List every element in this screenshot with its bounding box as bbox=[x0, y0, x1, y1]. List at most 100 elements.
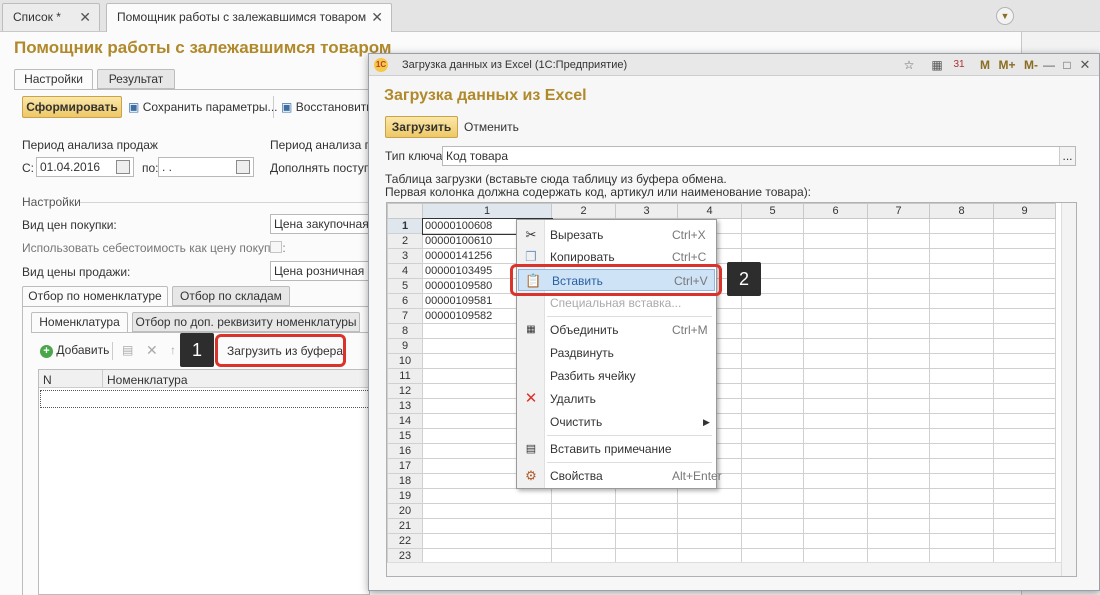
grid-cell[interactable] bbox=[615, 518, 678, 534]
grid-cell[interactable] bbox=[929, 278, 994, 294]
row-header[interactable]: 9 bbox=[387, 338, 423, 354]
grid-cell[interactable] bbox=[993, 518, 1056, 534]
grid-cell[interactable] bbox=[803, 233, 868, 249]
grid-cell[interactable] bbox=[993, 323, 1056, 339]
menu-item-delete[interactable]: ✕ Удалить bbox=[517, 388, 716, 410]
grid-cell[interactable] bbox=[741, 338, 804, 354]
grid-cell[interactable] bbox=[993, 503, 1056, 519]
grid-cell[interactable] bbox=[803, 308, 868, 324]
grid-cell[interactable] bbox=[993, 248, 1056, 264]
grid-cell[interactable] bbox=[993, 488, 1056, 504]
vertical-scrollbar[interactable] bbox=[1061, 203, 1076, 576]
table-row[interactable]: 2 00000100610 bbox=[387, 233, 1056, 249]
column-header[interactable]: 7 bbox=[867, 203, 930, 219]
grid-cell[interactable] bbox=[867, 263, 930, 279]
grid-cell[interactable] bbox=[741, 473, 804, 489]
grid-cell[interactable] bbox=[993, 338, 1056, 354]
column-header[interactable]: 6 bbox=[803, 203, 868, 219]
row-header[interactable]: 22 bbox=[387, 533, 423, 549]
close-icon[interactable]: ✕ bbox=[79, 4, 91, 30]
table-row[interactable]: 14 bbox=[387, 413, 1056, 429]
grid-cell[interactable] bbox=[741, 503, 804, 519]
form-button[interactable]: Сформировать bbox=[22, 96, 122, 118]
row-header[interactable]: 4 bbox=[387, 263, 423, 279]
move-icon[interactable]: ↑ bbox=[170, 343, 176, 357]
grid-cell[interactable] bbox=[803, 218, 868, 234]
menu-item-merge[interactable]: ▦ Объединить Ctrl+M bbox=[517, 319, 716, 341]
grid-cell[interactable] bbox=[929, 398, 994, 414]
close-icon[interactable]: ✕ bbox=[1077, 57, 1093, 73]
grid-cell[interactable] bbox=[929, 233, 994, 249]
grid-cell[interactable] bbox=[993, 368, 1056, 384]
row-header[interactable]: 6 bbox=[387, 293, 423, 309]
grid-cell[interactable] bbox=[422, 488, 552, 504]
memory-button[interactable]: M bbox=[977, 57, 993, 73]
calculator-icon[interactable]: ▦ bbox=[929, 57, 945, 73]
row-header[interactable]: 7 bbox=[387, 308, 423, 324]
table-row[interactable]: 13 bbox=[387, 398, 1056, 414]
grid-cell[interactable] bbox=[677, 488, 742, 504]
grid-cell[interactable] bbox=[803, 368, 868, 384]
grid-cell[interactable] bbox=[803, 278, 868, 294]
grid-cell[interactable] bbox=[929, 413, 994, 429]
grid-cell[interactable] bbox=[929, 308, 994, 324]
grid-cell[interactable] bbox=[741, 518, 804, 534]
table-row[interactable]: 8 bbox=[387, 323, 1056, 339]
grid-cell[interactable] bbox=[993, 533, 1056, 549]
menu-item-unmerge[interactable]: Раздвинуть bbox=[517, 342, 716, 364]
grid-cell[interactable] bbox=[803, 533, 868, 549]
menu-item-split[interactable]: Разбить ячейку bbox=[517, 365, 716, 387]
table-row[interactable]: 21 bbox=[387, 518, 1056, 534]
memory-plus-button[interactable]: M+ bbox=[997, 57, 1017, 73]
grid-cell[interactable] bbox=[993, 428, 1056, 444]
grid-cell[interactable] bbox=[867, 323, 930, 339]
grid-cell[interactable] bbox=[551, 503, 616, 519]
tab-helper[interactable]: Помощник работы с залежавшимся товаром ✕ bbox=[106, 3, 392, 32]
table-row[interactable]: 1 00000100608 bbox=[387, 217, 1056, 235]
copy-icon[interactable]: ▤ bbox=[122, 343, 133, 357]
tab-list[interactable]: Список * ✕ bbox=[2, 3, 100, 31]
column-header[interactable]: 5 bbox=[741, 203, 804, 219]
load-button[interactable]: Загрузить bbox=[385, 116, 458, 138]
close-icon[interactable]: ✕ bbox=[371, 4, 383, 30]
menu-item-cut[interactable]: ✂ Вырезать Ctrl+X bbox=[517, 224, 716, 246]
grid-cell[interactable] bbox=[929, 533, 994, 549]
grid-cell[interactable] bbox=[803, 458, 868, 474]
grid-cell[interactable] bbox=[551, 488, 616, 504]
corner-cell[interactable] bbox=[387, 203, 423, 219]
menu-item-properties[interactable]: ⚙ Свойства Alt+Enter bbox=[517, 465, 722, 487]
grid-cell[interactable] bbox=[867, 308, 930, 324]
row-header[interactable]: 21 bbox=[387, 518, 423, 534]
grid-cell[interactable] bbox=[867, 218, 930, 234]
row-header[interactable]: 5 bbox=[387, 278, 423, 294]
load-from-buffer-button[interactable]: Загрузить из буфера bbox=[227, 344, 343, 358]
grid-cell[interactable] bbox=[867, 353, 930, 369]
row-header[interactable]: 17 bbox=[387, 458, 423, 474]
grid-cell[interactable] bbox=[422, 518, 552, 534]
grid-cell[interactable] bbox=[551, 533, 616, 549]
grid-cell[interactable] bbox=[741, 428, 804, 444]
grid-cell[interactable] bbox=[803, 353, 868, 369]
grid-cell[interactable] bbox=[422, 533, 552, 549]
row-header[interactable]: 10 bbox=[387, 353, 423, 369]
grid-cell[interactable] bbox=[993, 443, 1056, 459]
row-header[interactable]: 16 bbox=[387, 443, 423, 459]
grid-cell[interactable] bbox=[867, 293, 930, 309]
table-row[interactable]: 11 bbox=[387, 368, 1056, 384]
grid-cell[interactable] bbox=[867, 428, 930, 444]
grid-cell[interactable] bbox=[929, 323, 994, 339]
grid-cell[interactable] bbox=[867, 533, 930, 549]
grid-cell[interactable] bbox=[803, 293, 868, 309]
grid-cell[interactable] bbox=[867, 338, 930, 354]
save-params-button[interactable]: ▣ Сохранить параметры... bbox=[128, 100, 278, 114]
grid-cell[interactable] bbox=[867, 383, 930, 399]
grid-cell[interactable] bbox=[993, 413, 1056, 429]
column-header[interactable]: 1 bbox=[422, 203, 552, 219]
grid-cell[interactable] bbox=[929, 248, 994, 264]
grid-cell[interactable] bbox=[741, 368, 804, 384]
memory-minus-button[interactable]: M- bbox=[1021, 57, 1041, 73]
grid-cell[interactable] bbox=[803, 428, 868, 444]
row-header[interactable]: 13 bbox=[387, 398, 423, 414]
calendar-icon[interactable] bbox=[116, 160, 130, 174]
menu-item-clear[interactable]: Очистить ▶ bbox=[517, 411, 716, 433]
